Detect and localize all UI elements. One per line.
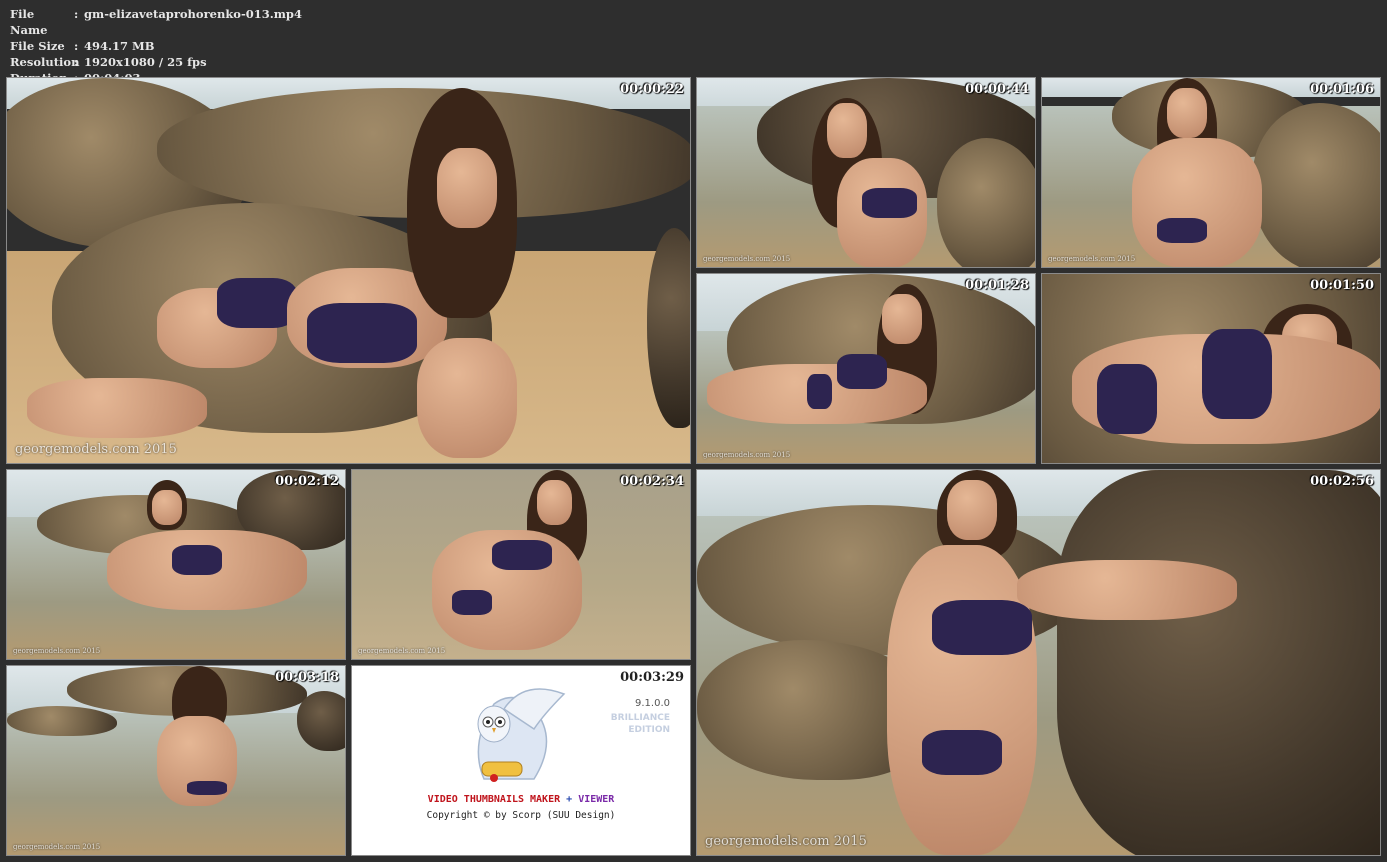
video-frame-image [7, 666, 345, 855]
file-size-row: File Size : 494.17 MB [10, 39, 155, 53]
watermark-text: georgemodels.com 2015 [703, 451, 791, 459]
timestamp-label: 00:01:06 [1310, 82, 1374, 97]
thumbnail-8[interactable]: 00:02:56 georgemodels.com 2015 [696, 469, 1381, 856]
thumbnail-6[interactable]: 00:02:12 georgemodels.com 2015 [6, 469, 346, 660]
timestamp-label: 00:03:29 [620, 670, 684, 685]
timestamp-label: 00:03:18 [275, 670, 339, 685]
file-size-value: 494.17 MB [84, 39, 155, 53]
video-frame-image [697, 470, 1380, 855]
thumbnail-9[interactable]: 00:03:18 georgemodels.com 2015 [6, 665, 346, 856]
file-name-label: File Name [10, 7, 48, 37]
timestamp-label: 00:01:50 [1310, 278, 1374, 293]
resolution-value: 1920x1080 / 25 fps [84, 55, 207, 69]
watermark-text: georgemodels.com 2015 [1048, 255, 1136, 263]
version-label: 9.1.0.0 [635, 698, 670, 709]
video-frame-image [7, 78, 690, 463]
copyright-text: Copyright © by Scorp (SUU Design) [426, 810, 616, 821]
thumbnail-2[interactable]: 00:00:44 georgemodels.com 2015 [696, 77, 1036, 268]
watermark-text: georgemodels.com 2015 [13, 647, 101, 655]
video-frame-image [1042, 78, 1380, 267]
timestamp-label: 00:02:56 [1310, 474, 1374, 489]
edition-label: BRILLIANCE EDITION [610, 713, 670, 735]
thumbnail-3[interactable]: 00:01:06 georgemodels.com 2015 [1041, 77, 1381, 268]
watermark-text: georgemodels.com 2015 [705, 834, 867, 849]
timestamp-label: 00:02:12 [275, 474, 339, 489]
thumbnail-7[interactable]: 00:02:34 georgemodels.com 2015 [351, 469, 691, 660]
watermark-text: georgemodels.com 2015 [703, 255, 791, 263]
watermark-text: georgemodels.com 2015 [15, 442, 177, 457]
video-frame-image [697, 78, 1035, 267]
resolution-row: Resolution : 1920x1080 / 25 fps [10, 55, 207, 69]
video-frame-image [697, 274, 1035, 463]
owl-scroll-logo-icon [477, 688, 566, 782]
video-frame-image [7, 470, 345, 659]
thumbnail-1[interactable]: 00:00:22 georgemodels.com 2015 [6, 77, 691, 464]
timestamp-label: 00:02:34 [620, 474, 684, 489]
thumbnail-5[interactable]: 00:01:50 [1041, 273, 1381, 464]
product-title: VIDEO THUMBNAILS MAKER + VIEWER [427, 794, 615, 805]
video-frame-image [352, 470, 690, 659]
file-size-label: File Size [10, 39, 65, 53]
thumbnail-4[interactable]: 00:01:28 georgemodels.com 2015 [696, 273, 1036, 464]
watermark-text: georgemodels.com 2015 [358, 647, 446, 655]
timestamp-label: 00:00:22 [620, 82, 684, 97]
timestamp-label: 00:01:28 [965, 278, 1029, 293]
file-name-value: gm-elizavetaprohorenko-013.mp4 [84, 7, 302, 21]
video-frame-image [1042, 274, 1380, 463]
watermark-text: georgemodels.com 2015 [13, 843, 101, 851]
file-info-header: File Name : gm-elizavetaprohorenko-013.m… [10, 6, 302, 86]
resolution-label: Resolution [10, 55, 80, 69]
thumbnail-10-logo[interactable]: 00:03:29 9.1.0.0 BRILLIANCE EDITION VIDE… [351, 665, 691, 856]
file-name-row: File Name : gm-elizavetaprohorenko-013.m… [10, 7, 302, 37]
timestamp-label: 00:00:44 [965, 82, 1029, 97]
